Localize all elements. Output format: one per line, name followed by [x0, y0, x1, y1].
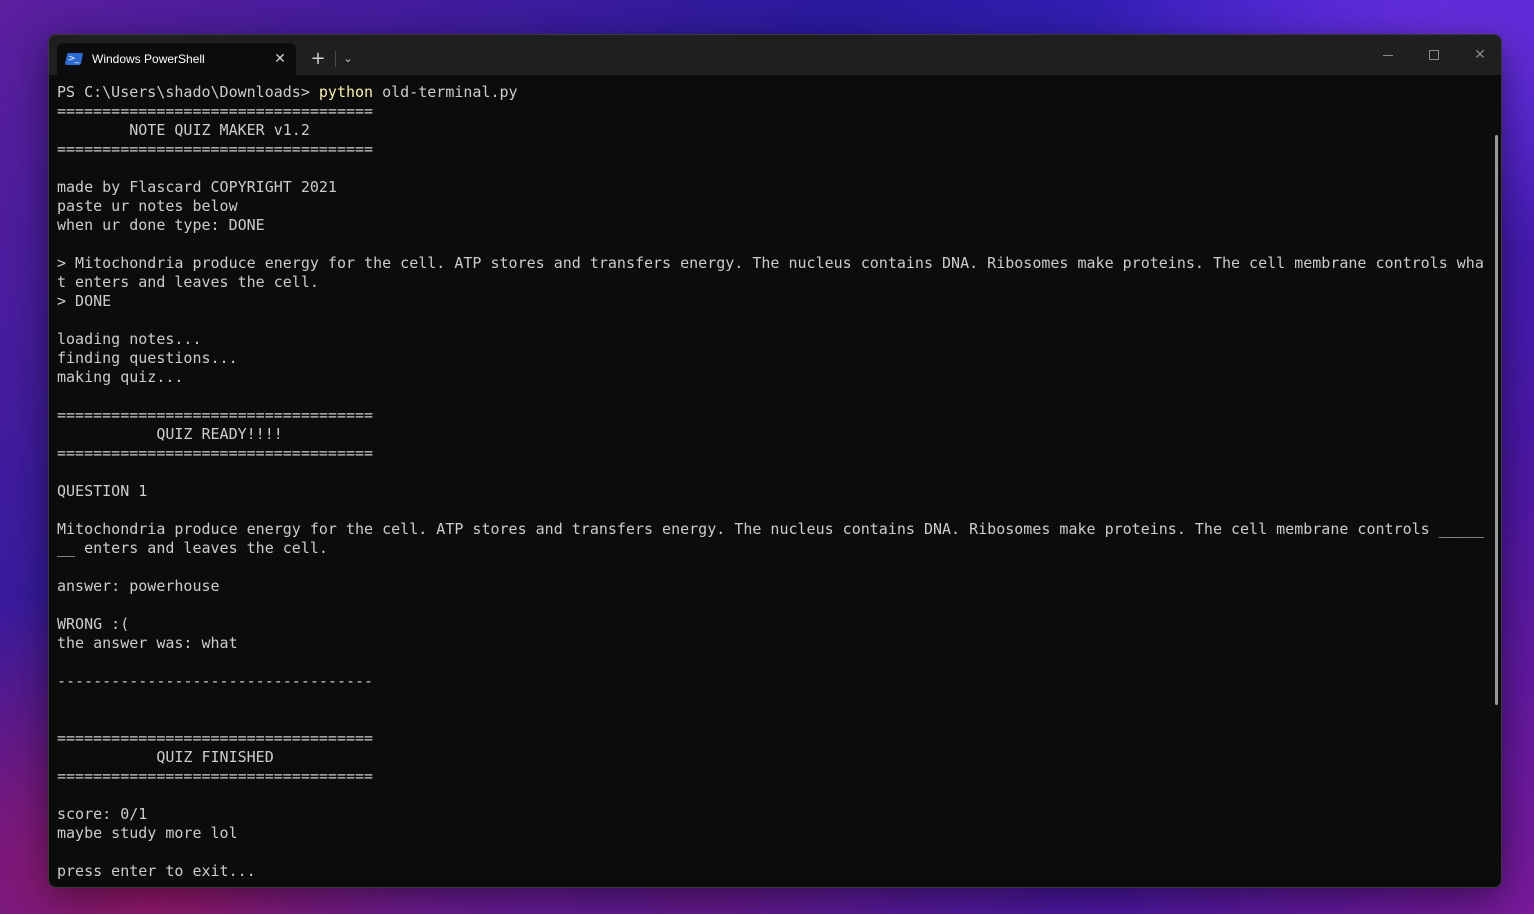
tab-title: Windows PowerShell	[92, 52, 205, 66]
output-line: made by Flascard COPYRIGHT 2021	[57, 178, 337, 196]
minimize-icon	[1383, 54, 1393, 56]
output-line: WRONG :(	[57, 615, 130, 633]
output-line: when ur done type: DONE	[57, 216, 265, 234]
scrollbar[interactable]	[1495, 135, 1498, 705]
output-line: ===================================	[57, 406, 374, 424]
tab-separator	[335, 51, 336, 67]
output-line: QUIZ FINISHED	[57, 748, 274, 766]
output-line: > Mitochondria produce energy for the ce…	[57, 254, 1484, 272]
output-line: QUESTION 1	[57, 482, 148, 500]
output-line: press enter to exit...	[57, 862, 256, 880]
output-line: making quiz...	[57, 368, 184, 386]
output-line: finding questions...	[57, 349, 238, 367]
output-line: loading notes...	[57, 330, 202, 348]
dropdown-chevron-icon[interactable]: ⌄	[337, 47, 359, 69]
output-line: t enters and leaves the cell.	[57, 273, 319, 291]
output-line: QUIZ READY!!!!	[57, 425, 283, 443]
close-tab-icon[interactable]: ✕	[264, 46, 296, 72]
output-line: __ enters and leaves the cell.	[57, 539, 328, 557]
close-window-button[interactable]: ✕	[1457, 35, 1501, 75]
close-icon: ✕	[1474, 47, 1486, 63]
command-name: python	[318, 83, 374, 101]
maximize-icon	[1429, 50, 1439, 60]
minimize-button[interactable]	[1365, 35, 1411, 75]
output-line: ===================================	[57, 102, 374, 120]
terminal-window: >_ Windows PowerShell ✕ + ⌄ ✕ PS C:\User…	[48, 34, 1502, 888]
prompt-path: PS C:\Users\shado\Downloads>	[57, 83, 319, 101]
title-bar: >_ Windows PowerShell ✕ + ⌄ ✕	[49, 35, 1501, 75]
tab-windows-powershell[interactable]: >_ Windows PowerShell ✕	[57, 43, 296, 75]
output-line: answer: powerhouse	[57, 577, 220, 595]
output-line: NOTE QUIZ MAKER v1.2	[57, 121, 310, 139]
output-line: the answer was: what	[57, 634, 238, 652]
output-line: -----------------------------------	[57, 672, 374, 690]
output-line: maybe study more lol	[57, 824, 238, 842]
command-argument: old-terminal.py	[373, 83, 518, 101]
output-line: > DONE	[57, 292, 112, 310]
maximize-button[interactable]	[1411, 35, 1457, 75]
terminal-output[interactable]: PS C:\Users\shado\Downloads> python old-…	[49, 75, 1501, 887]
output-line: score: 0/1	[57, 805, 148, 823]
output-line: ===================================	[57, 140, 374, 158]
output-line: Mitochondria produce energy for the cell…	[57, 520, 1484, 538]
new-tab-button[interactable]: +	[305, 47, 331, 69]
output-line: ===================================	[57, 767, 374, 785]
output-line: ===================================	[57, 729, 374, 747]
output-lines: =================================== NOTE…	[57, 102, 1501, 881]
powershell-icon: >_	[64, 53, 84, 65]
output-line: paste ur notes below	[57, 197, 238, 215]
output-line: ===================================	[57, 444, 374, 462]
prompt-line: PS C:\Users\shado\Downloads> python old-…	[57, 83, 1501, 102]
